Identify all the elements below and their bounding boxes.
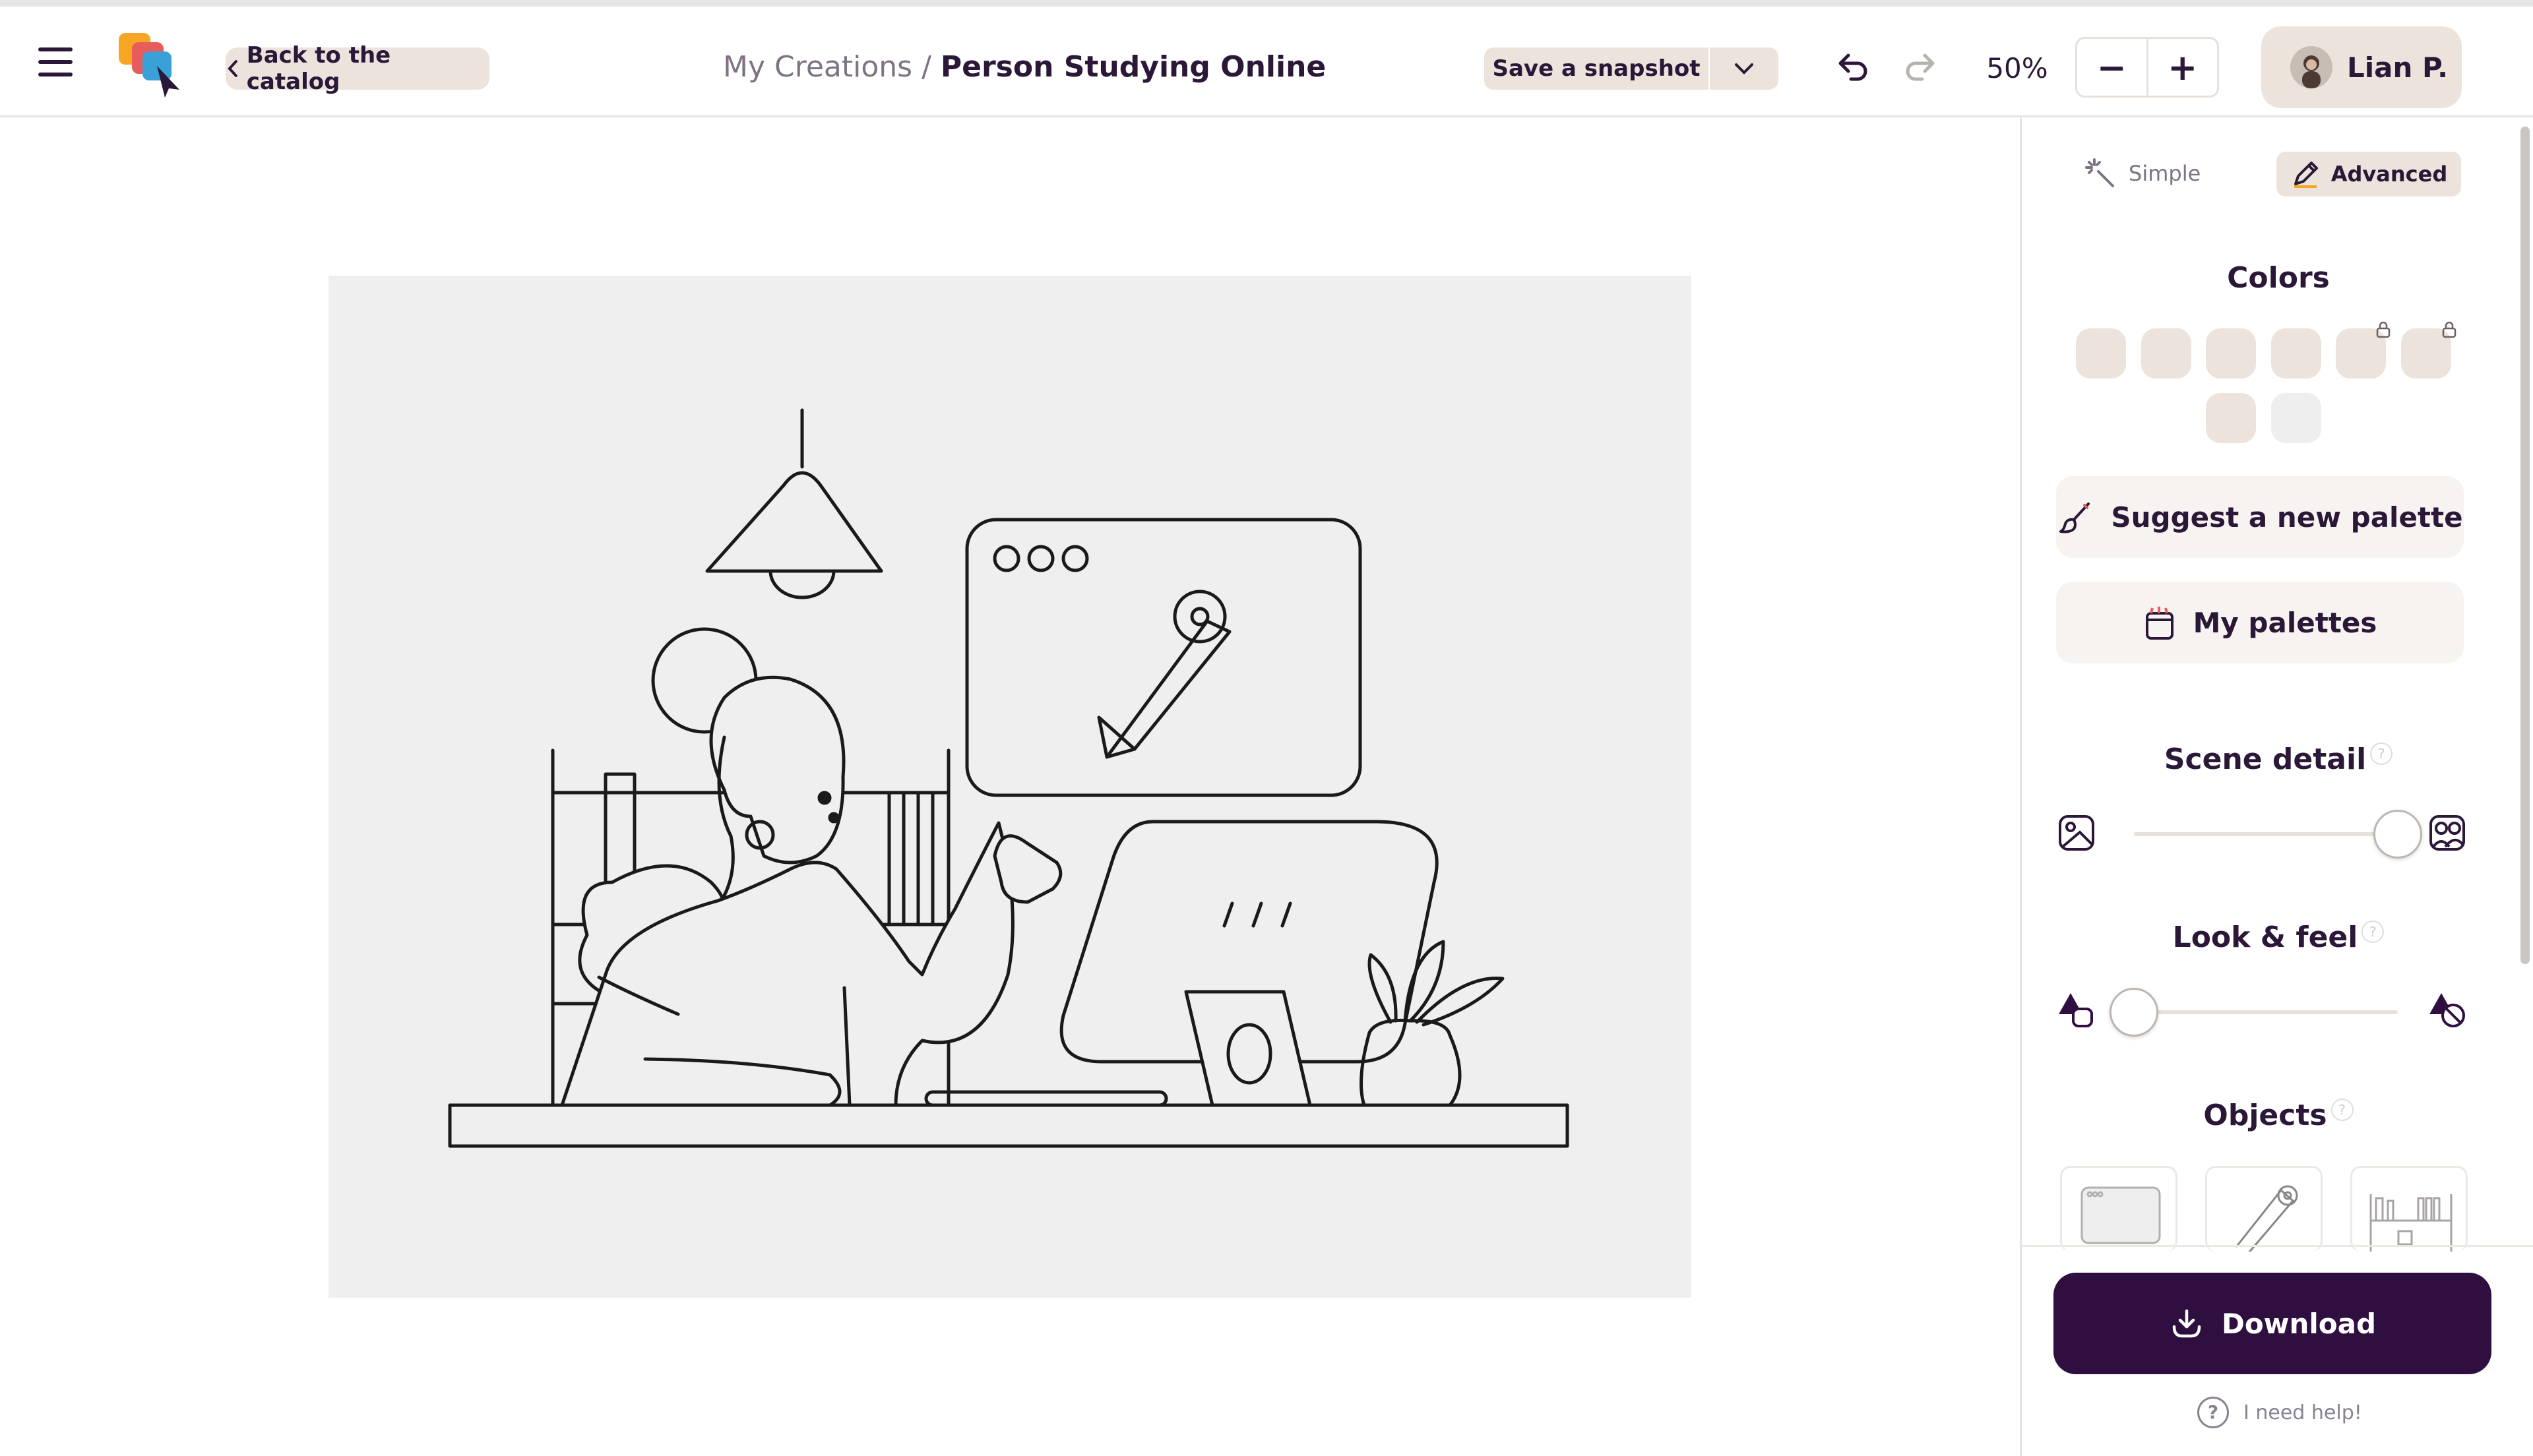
colors-title: Colors xyxy=(2227,261,2330,295)
magic-wand-icon xyxy=(2085,158,2114,187)
help-icon: ? xyxy=(2197,1397,2229,1428)
zoom-controls: − + xyxy=(2075,37,2219,98)
look-feel-title: Look & feel? xyxy=(2022,921,2533,954)
color-swatch[interactable] xyxy=(2271,393,2321,443)
lock-icon[interactable] xyxy=(2374,320,2392,339)
breadcrumb: My Creations / Person Studying Online xyxy=(723,46,1326,88)
download-label: Download xyxy=(2221,1307,2377,1340)
back-to-catalog-button[interactable]: Back to the catalog xyxy=(226,42,489,95)
look-feel-track[interactable] xyxy=(2134,1010,2398,1014)
pencil-icon xyxy=(2294,162,2318,188)
back-label: Back to the catalog xyxy=(246,42,391,95)
mode-advanced-label: Advanced xyxy=(2330,162,2448,187)
suggest-palette-button[interactable]: Suggest a new palette xyxy=(2056,476,2464,558)
help-icon[interactable]: ? xyxy=(2330,1099,2354,1121)
object-thumbnail-pencil[interactable] xyxy=(2205,1166,2323,1252)
avatar xyxy=(2290,46,2332,88)
color-swatch[interactable] xyxy=(2141,328,2191,379)
person-studying-illustration xyxy=(448,408,1569,1148)
mode-simple-label: Simple xyxy=(2129,161,2201,186)
color-swatch[interactable] xyxy=(2206,393,2256,443)
panel-footer-divider xyxy=(2022,1245,2533,1247)
zoom-out-button[interactable]: − xyxy=(2077,39,2146,96)
panel-scrollbar[interactable] xyxy=(2520,127,2530,964)
my-palettes-button[interactable]: My palettes xyxy=(2056,582,2464,663)
object-thumbnail-browser[interactable] xyxy=(2060,1166,2177,1252)
download-icon xyxy=(2172,1309,2201,1338)
scene-detail-label: Scene detail xyxy=(2164,743,2367,776)
brush-icon xyxy=(2059,502,2090,533)
redo-icon[interactable] xyxy=(1901,47,1941,87)
user-menu-button[interactable]: Lian P. xyxy=(2261,26,2462,108)
scene-detail-slider-thumb[interactable] xyxy=(2373,810,2422,859)
help-icon[interactable]: ? xyxy=(2361,921,2385,943)
save-snapshot-button[interactable]: Save a snapshot xyxy=(1484,47,1708,90)
logo[interactable] xyxy=(116,29,189,102)
breadcrumb-current: Person Studying Online xyxy=(940,50,1327,84)
snapshot-dropdown-button[interactable] xyxy=(1710,47,1778,90)
settings-panel: Simple Advanced Colors Suggest a new pal… xyxy=(2020,117,2533,1456)
user-name: Lian P. xyxy=(2347,51,2449,84)
color-swatch[interactable] xyxy=(2206,328,2256,379)
objects-title: Objects? xyxy=(2022,1099,2533,1132)
image-simple-icon xyxy=(2059,815,2094,851)
objects-label: Objects xyxy=(2203,1099,2327,1132)
look-feel-slider-thumb[interactable] xyxy=(2110,988,2158,1037)
canvas-area xyxy=(0,117,2020,1456)
folder-icon xyxy=(2145,607,2173,640)
shapes-outline-icon xyxy=(2429,993,2465,1027)
lock-icon[interactable] xyxy=(2440,320,2458,339)
look-feel-label: Look & feel xyxy=(2172,921,2358,954)
breadcrumb-parent[interactable]: My Creations xyxy=(723,50,912,84)
scene-detail-title: Scene detail? xyxy=(2022,743,2533,776)
suggest-palette-label: Suggest a new palette xyxy=(2111,501,2463,533)
save-snapshot-label: Save a snapshot xyxy=(1492,55,1701,82)
breadcrumb-separator: / xyxy=(912,50,941,84)
undo-icon[interactable] xyxy=(1832,47,1872,87)
color-swatch[interactable] xyxy=(2271,328,2321,379)
zoom-level: 50% xyxy=(1986,52,2048,84)
help-icon[interactable]: ? xyxy=(2370,743,2393,765)
zoom-in-button[interactable]: + xyxy=(2146,39,2218,96)
my-palettes-label: My palettes xyxy=(2193,606,2377,639)
menu-icon[interactable] xyxy=(38,47,73,76)
need-help-link[interactable]: ? I need help! xyxy=(2197,1397,2362,1428)
mode-simple-tab[interactable]: Simple xyxy=(2084,154,2216,193)
image-detailed-icon xyxy=(2429,815,2465,851)
chevron-left-icon xyxy=(228,60,237,77)
chevron-down-icon xyxy=(1735,63,1753,75)
object-thumbnail-bookshelf[interactable] xyxy=(2350,1166,2468,1252)
scene-detail-track[interactable] xyxy=(2134,832,2398,836)
download-button[interactable]: Download xyxy=(2053,1273,2491,1374)
illustration-artboard[interactable] xyxy=(328,276,1691,1298)
top-bar: Back to the catalog My Creations / Perso… xyxy=(0,0,2533,117)
shapes-filled-icon xyxy=(2059,993,2093,1027)
color-swatch[interactable] xyxy=(2076,328,2126,379)
mode-advanced-tab[interactable]: Advanced xyxy=(2276,152,2461,197)
need-help-label: I need help! xyxy=(2243,1401,2362,1424)
